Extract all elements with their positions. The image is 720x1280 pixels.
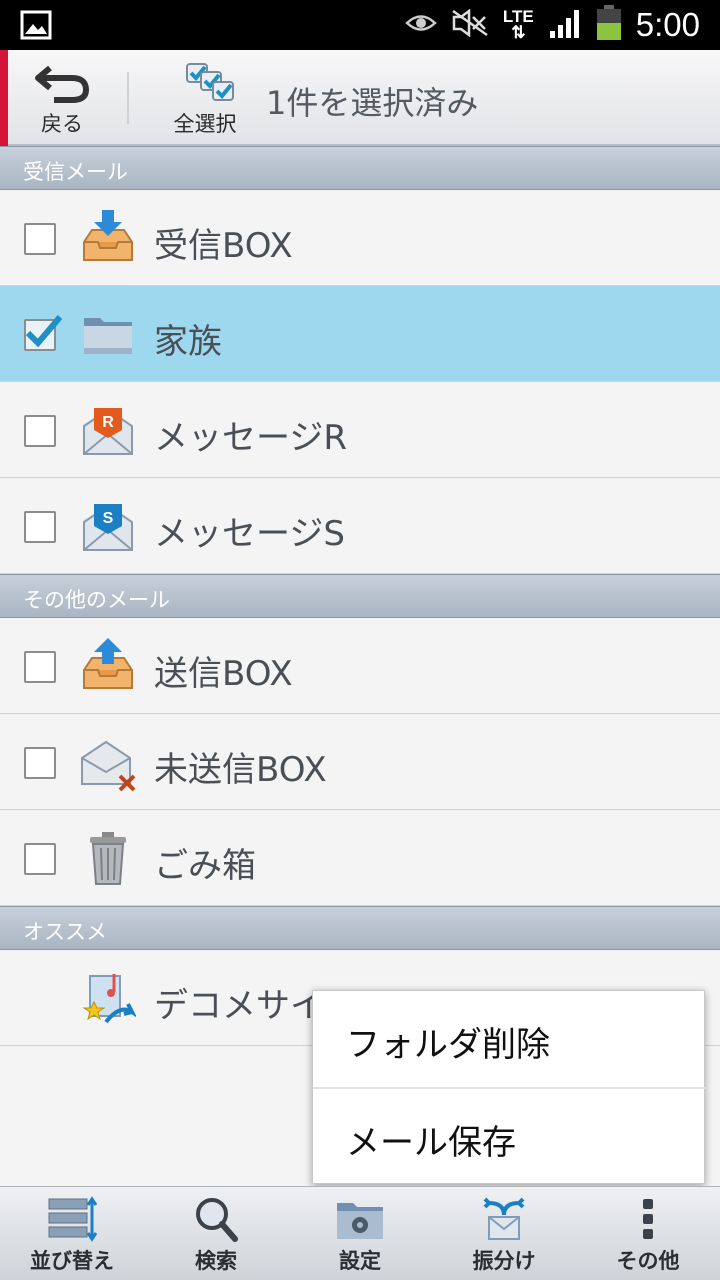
app-root: LTE ⇅ 5:00 戻る 全選択 1件を選択済み 受信メール 受信BOX 家族… xyxy=(0,0,720,1280)
section-header-other: その他のメール xyxy=(0,574,720,618)
folder-row-inbox[interactable]: 受信BOX xyxy=(0,190,720,286)
search-button[interactable]: 検索 xyxy=(144,1187,288,1280)
folder-row-family[interactable]: 家族 xyxy=(0,286,720,382)
bottom-toolbar: 並び替え 検索 設定 振分け その他 xyxy=(0,1186,720,1280)
status-bar: LTE ⇅ 5:00 xyxy=(0,0,720,50)
signal-icon xyxy=(548,7,582,43)
eye-icon xyxy=(405,12,437,38)
more-icon xyxy=(643,1199,653,1239)
section-header-label: その他のメール xyxy=(23,588,170,612)
folder-label: メッセージR xyxy=(154,418,347,458)
folder-row-message-s[interactable]: S メッセージS xyxy=(0,478,720,574)
mute-icon xyxy=(451,8,489,41)
checkbox[interactable] xyxy=(24,415,56,447)
sort-icon xyxy=(48,1196,97,1242)
settings-folder-icon xyxy=(337,1203,383,1239)
toolbar-label: 検索 xyxy=(195,1249,237,1273)
checkbox[interactable] xyxy=(24,651,56,683)
context-menu: フォルダ削除 メール保存 xyxy=(312,990,706,1185)
page-title: 1件を選択済み xyxy=(266,84,479,122)
section-header-label: 受信メール xyxy=(23,160,128,184)
image-icon xyxy=(20,10,52,44)
inbox-icon xyxy=(80,208,136,268)
select-all-label: 全選択 xyxy=(173,112,237,136)
folder-row-message-r[interactable]: R メッセージR xyxy=(0,382,720,478)
folder-label: 受信BOX xyxy=(154,226,293,266)
trash-icon xyxy=(80,828,136,888)
distribute-button[interactable]: 振分け xyxy=(432,1187,576,1280)
folder-label: メッセージS xyxy=(154,514,345,554)
checkbox[interactable] xyxy=(24,747,56,779)
lte-icon: LTE ⇅ xyxy=(502,7,534,42)
menu-item-save-mail[interactable]: メール保存 xyxy=(313,1089,706,1185)
sort-button[interactable]: 並び替え xyxy=(0,1187,144,1280)
folder-label: ごみ箱 xyxy=(154,846,256,886)
clock: 5:00 xyxy=(635,6,700,43)
folder-label: 送信BOX xyxy=(154,654,293,694)
menu-item-delete-folder[interactable]: フォルダ削除 xyxy=(313,991,706,1087)
settings-button[interactable]: 設定 xyxy=(288,1187,432,1280)
toolbar-label: 並び替え xyxy=(30,1249,114,1273)
message-s-icon: S xyxy=(80,496,136,556)
select-all-button[interactable]: 全選択 xyxy=(164,50,246,146)
toolbar-label: 振分け xyxy=(472,1249,536,1273)
section-header-label: オススメ xyxy=(23,920,107,944)
checkmark-icon xyxy=(25,315,63,348)
section-header-inbox: 受信メール xyxy=(0,146,720,190)
sort-mail-icon xyxy=(483,1197,525,1240)
network-label: LTE xyxy=(502,7,534,26)
menu-item-label: フォルダ削除 xyxy=(346,1025,550,1065)
back-arrow-icon xyxy=(35,65,90,103)
back-button[interactable]: 戻る xyxy=(22,50,102,146)
deco-site-icon xyxy=(80,968,138,1028)
checkbox[interactable] xyxy=(24,223,56,255)
svg-text:S: S xyxy=(103,510,114,527)
checkbox[interactable] xyxy=(24,843,56,875)
checkbox[interactable] xyxy=(24,511,56,543)
folder-icon xyxy=(80,304,136,364)
folder-row-outbox[interactable]: 送信BOX xyxy=(0,618,720,714)
checkbox-checked[interactable] xyxy=(24,315,63,351)
toolbar-label: その他 xyxy=(616,1249,680,1273)
menu-item-label: メール保存 xyxy=(346,1123,516,1163)
battery-icon xyxy=(596,5,622,45)
folder-row-unsent[interactable]: 未送信BOX xyxy=(0,714,720,810)
folder-row-trash[interactable]: ごみ箱 xyxy=(0,810,720,906)
action-bar: 戻る 全選択 1件を選択済み xyxy=(0,50,720,146)
more-button[interactable]: その他 xyxy=(576,1187,720,1280)
action-bar-divider xyxy=(127,72,129,124)
section-header-recommend: オススメ xyxy=(0,906,720,950)
folder-label: 未送信BOX xyxy=(154,750,327,790)
toolbar-label: 設定 xyxy=(339,1249,381,1273)
folder-label: 家族 xyxy=(154,322,222,362)
accent-strip xyxy=(0,50,8,146)
unsent-icon xyxy=(80,732,136,792)
outbox-icon xyxy=(80,636,136,696)
search-icon xyxy=(196,1198,238,1242)
message-r-icon: R xyxy=(80,400,136,460)
back-label: 戻る xyxy=(41,112,83,136)
svg-text:R: R xyxy=(102,414,114,431)
select-all-icon xyxy=(186,63,234,101)
